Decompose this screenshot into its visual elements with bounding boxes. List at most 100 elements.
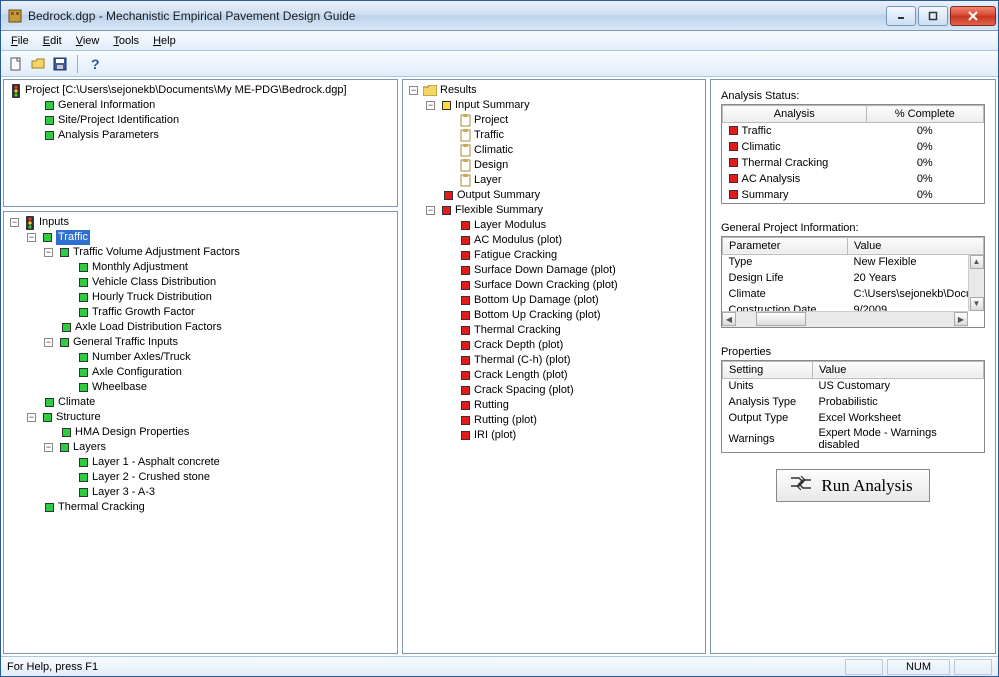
collapse-icon[interactable]: − [44, 248, 53, 257]
tree-item-flexible-summary[interactable]: −Flexible Summary [426, 203, 701, 218]
status-row-name: Thermal Cracking [723, 155, 867, 171]
maximize-button[interactable] [918, 6, 948, 26]
tree-item-traffic-volume[interactable]: −Traffic Volume Adjustment Factors [44, 245, 393, 260]
collapse-icon[interactable]: − [426, 101, 435, 110]
tree-item-general-info[interactable]: General Information [27, 98, 393, 113]
tree-item-input-summary[interactable]: −Input Summary [426, 98, 701, 113]
collapse-icon[interactable]: − [27, 233, 36, 242]
tree-item-traffic[interactable]: −Traffic [27, 230, 393, 245]
collapse-icon[interactable]: − [27, 413, 36, 422]
tree-item-analysis-params[interactable]: Analysis Parameters [27, 128, 393, 143]
collapse-icon[interactable]: − [44, 443, 53, 452]
prop-name: Warnings [723, 426, 813, 452]
tree-item[interactable]: Crack Length (plot) [443, 368, 701, 383]
tree-item[interactable]: Monthly Adjustment [61, 260, 393, 275]
tree-item[interactable]: Traffic [443, 128, 701, 143]
menu-edit[interactable]: Edit [37, 33, 68, 49]
tree-item[interactable]: Rutting (plot) [443, 413, 701, 428]
tree-item[interactable]: Thermal (C-h) (plot) [443, 353, 701, 368]
clipboard-icon [459, 130, 471, 142]
tree-item[interactable]: Climatic [443, 143, 701, 158]
tree-item[interactable]: IRI (plot) [443, 428, 701, 443]
tree-item[interactable]: Layer 1 - Asphalt concrete [61, 455, 393, 470]
status-row-pct: 0% [866, 187, 983, 203]
minimize-button[interactable] [886, 6, 916, 26]
tree-item-site-id[interactable]: Site/Project Identification [27, 113, 393, 128]
tree-item-general-traffic[interactable]: −General Traffic Inputs [44, 335, 393, 350]
info-value: New Flexible [848, 254, 984, 270]
traffic-light-icon [10, 85, 22, 97]
tree-item[interactable]: Layer 3 - A-3 [61, 485, 393, 500]
project-root-label: Project [C:\Users\sejonekb\Documents\My … [25, 83, 347, 98]
info-param: Climate [723, 286, 848, 302]
tree-item[interactable]: Crack Spacing (plot) [443, 383, 701, 398]
tree-item[interactable]: Surface Down Damage (plot) [443, 263, 701, 278]
clipboard-icon [459, 115, 471, 127]
project-tree[interactable]: Project [C:\Users\sejonekb\Documents\My … [4, 80, 397, 146]
status-help-text: For Help, press F1 [7, 661, 98, 673]
tree-item[interactable]: Layer Modulus [443, 218, 701, 233]
tree-item-axle-load[interactable]: Axle Load Distribution Factors [44, 320, 393, 335]
collapse-icon[interactable]: − [44, 338, 53, 347]
collapse-icon[interactable]: − [10, 218, 19, 227]
collapse-icon[interactable]: − [409, 86, 418, 95]
results-tree[interactable]: − Results −Input Summary Project Traffic [403, 80, 705, 446]
app-window: Bedrock.dgp - Mechanistic Empirical Pave… [0, 0, 999, 677]
tree-item-hma[interactable]: HMA Design Properties [44, 425, 393, 440]
project-root-node[interactable]: Project [C:\Users\sejonekb\Documents\My … [10, 83, 393, 98]
run-analysis-button[interactable]: Run Analysis [776, 469, 929, 502]
results-root-node[interactable]: − Results [409, 83, 701, 98]
menu-tools[interactable]: Tools [107, 33, 145, 49]
tree-item[interactable]: Hourly Truck Distribution [61, 290, 393, 305]
new-button[interactable] [7, 55, 25, 73]
tree-item[interactable]: Axle Configuration [61, 365, 393, 380]
prop-value: Probabilistic [813, 394, 984, 410]
help-button[interactable]: ? [86, 55, 104, 73]
prop-name: Output Type [723, 410, 813, 426]
titlebar[interactable]: Bedrock.dgp - Mechanistic Empirical Pave… [1, 1, 998, 31]
toolbar-separator [77, 55, 78, 73]
tree-item-thermal[interactable]: Thermal Cracking [27, 500, 393, 515]
tree-item[interactable]: Layer 2 - Crushed stone [61, 470, 393, 485]
status-num: NUM [887, 659, 950, 675]
status-row-pct: 0% [866, 155, 983, 171]
inputs-root-node[interactable]: − Inputs [10, 215, 393, 230]
tree-item[interactable]: Crack Depth (plot) [443, 338, 701, 353]
tree-item[interactable]: Project [443, 113, 701, 128]
tree-item[interactable]: Fatigue Cracking [443, 248, 701, 263]
tree-item[interactable]: Number Axles/Truck [61, 350, 393, 365]
open-button[interactable] [29, 55, 47, 73]
properties-label: Properties [721, 346, 985, 358]
vertical-scrollbar[interactable]: ▲▼ [968, 255, 984, 311]
menu-help[interactable]: Help [147, 33, 182, 49]
tree-item[interactable]: Rutting [443, 398, 701, 413]
tree-item-layers[interactable]: −Layers [44, 440, 393, 455]
tree-item[interactable]: Vehicle Class Distribution [61, 275, 393, 290]
folder-icon [423, 85, 437, 96]
horizontal-scrollbar[interactable]: ◀▶ [722, 311, 968, 327]
tree-item-output-summary[interactable]: Output Summary [426, 188, 701, 203]
menu-file[interactable]: File [5, 33, 35, 49]
tree-item-climate[interactable]: Climate [27, 395, 393, 410]
tree-item[interactable]: Layer [443, 173, 701, 188]
general-info-label: General Project Information: [721, 222, 985, 234]
close-button[interactable] [950, 6, 996, 26]
status-row-pct: 0% [866, 171, 983, 187]
save-button[interactable] [51, 55, 69, 73]
tree-item[interactable]: AC Modulus (plot) [443, 233, 701, 248]
inputs-tree[interactable]: − Inputs −Traffic −Traffic Volume Adjust [4, 212, 397, 518]
tree-item[interactable]: Surface Down Cracking (plot) [443, 278, 701, 293]
tree-item[interactable]: Wheelbase [61, 380, 393, 395]
tree-item[interactable]: Thermal Cracking [443, 323, 701, 338]
menu-view[interactable]: View [70, 33, 106, 49]
info-param: Design Life [723, 270, 848, 286]
project-tree-panel: Project [C:\Users\sejonekb\Documents\My … [3, 79, 398, 207]
tree-item[interactable]: Design [443, 158, 701, 173]
tree-item[interactable]: Bottom Up Damage (plot) [443, 293, 701, 308]
run-analysis-label: Run Analysis [821, 476, 912, 496]
tree-item[interactable]: Bottom Up Cracking (plot) [443, 308, 701, 323]
tree-item-structure[interactable]: −Structure [27, 410, 393, 425]
collapse-icon[interactable]: − [426, 206, 435, 215]
tree-item[interactable]: Traffic Growth Factor [61, 305, 393, 320]
window-title: Bedrock.dgp - Mechanistic Empirical Pave… [28, 9, 886, 23]
